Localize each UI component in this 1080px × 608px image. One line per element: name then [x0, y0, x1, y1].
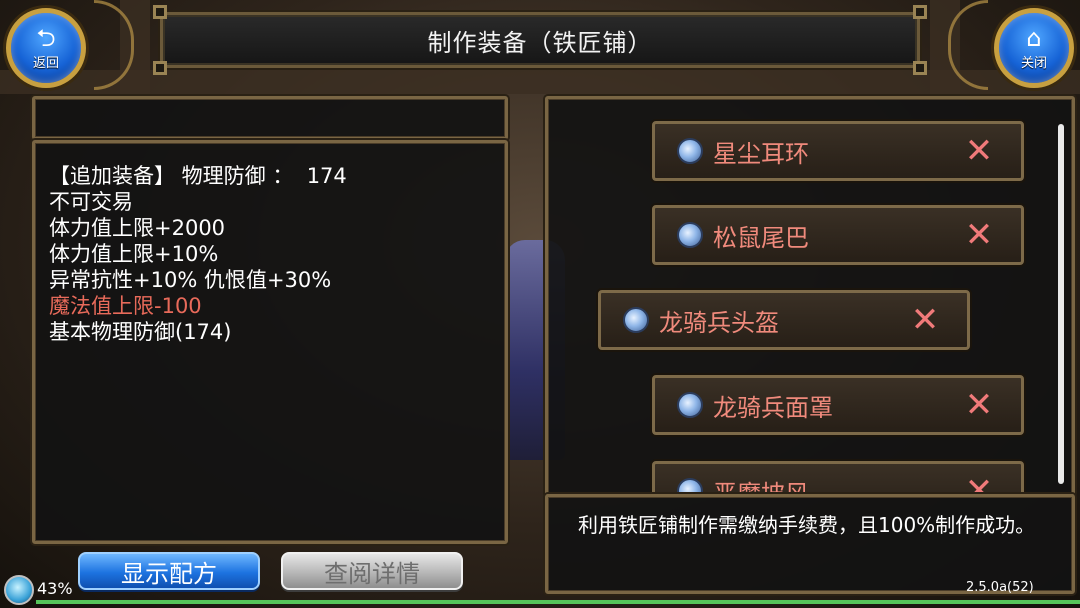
- item-name: 恶魔披风: [713, 479, 809, 496]
- list-item[interactable]: 星尘耳环 ✕: [652, 121, 1024, 181]
- title-corner-ornament: [913, 5, 927, 19]
- item-name: 龙骑兵头盔: [659, 308, 779, 337]
- detail-header-panel: [32, 96, 508, 140]
- title-corner-ornament: [913, 61, 927, 75]
- stat-line-negative: 魔法值上限-100: [49, 294, 202, 318]
- version-label: 2.5.0a(52): [966, 580, 1034, 595]
- remove-icon[interactable]: ✕: [949, 131, 1009, 171]
- home-icon: ⌂: [1026, 23, 1042, 52]
- battery-percent: 43%: [37, 579, 73, 598]
- list-item-selected[interactable]: 龙骑兵头盔 ✕: [598, 290, 970, 350]
- equipment-orb-icon: [623, 307, 649, 333]
- return-button[interactable]: ⮌ 返回: [6, 8, 86, 88]
- equipment-orb-icon: [677, 392, 703, 418]
- status-orb-icon: [4, 575, 34, 605]
- item-name: 龙骑兵面罩: [713, 393, 833, 422]
- list-item[interactable]: 松鼠尾巴 ✕: [652, 205, 1024, 265]
- remove-icon[interactable]: ✕: [949, 385, 1009, 425]
- title-corner-ornament: [153, 61, 167, 75]
- item-name: 星尘耳环: [713, 139, 809, 168]
- remove-icon[interactable]: ✕: [949, 215, 1009, 255]
- title-corner-ornament: [153, 5, 167, 19]
- list-item[interactable]: 恶魔披风 ✕: [652, 461, 1024, 496]
- equipment-orb-icon: [677, 222, 703, 248]
- list-item[interactable]: 龙骑兵面罩 ✕: [652, 375, 1024, 435]
- return-arrow-icon: ⮌: [36, 23, 56, 52]
- title-bar: 制作装备（铁匠铺）: [153, 5, 927, 75]
- show-recipe-button[interactable]: 显示配方: [78, 552, 260, 590]
- stat-line: 基本物理防御(174): [49, 320, 232, 344]
- remove-icon[interactable]: ✕: [895, 300, 955, 340]
- info-panel: 利用铁匠铺制作需缴纳手续费，且100%制作成功。: [545, 494, 1075, 594]
- progress-bar: [36, 600, 1080, 604]
- return-button-label: 返回: [32, 55, 59, 71]
- equipment-detail-panel: 【追加装备】 物理防御 ： 174 不可交易 体力值上限+2000 体力值上限+…: [32, 140, 508, 544]
- close-button-label: 关闭: [1020, 55, 1047, 71]
- stat-line: 异常抗性+10% 仇恨值+30%: [49, 268, 332, 292]
- fee-notice: 利用铁匠铺制作需缴纳手续费，且100%制作成功。: [578, 513, 1036, 537]
- remove-icon[interactable]: ✕: [949, 471, 1009, 493]
- page-title: 制作装备（铁匠铺）: [427, 28, 653, 57]
- item-name: 松鼠尾巴: [713, 223, 809, 252]
- stat-line: 体力值上限+2000: [49, 216, 226, 240]
- equipment-orb-icon: [677, 138, 703, 164]
- stat-line: 【追加装备】 物理防御 ： 174: [49, 164, 347, 188]
- list-scrollbar[interactable]: [1058, 124, 1064, 484]
- stat-line: 体力值上限+10%: [49, 242, 219, 266]
- view-details-button[interactable]: 查阅详情: [281, 552, 463, 590]
- progress-fill: [36, 600, 1080, 604]
- close-button[interactable]: ⌂ 关闭: [994, 8, 1074, 88]
- stat-line: 不可交易: [49, 190, 133, 214]
- equipment-stats: 【追加装备】 物理防御 ： 174 不可交易 体力值上限+2000 体力值上限+…: [49, 163, 347, 345]
- recipe-list-panel[interactable]: 星尘耳环 ✕ 松鼠尾巴 ✕ 龙骑兵头盔 ✕ 龙骑兵面罩 ✕ 恶魔披风 ✕: [545, 96, 1075, 496]
